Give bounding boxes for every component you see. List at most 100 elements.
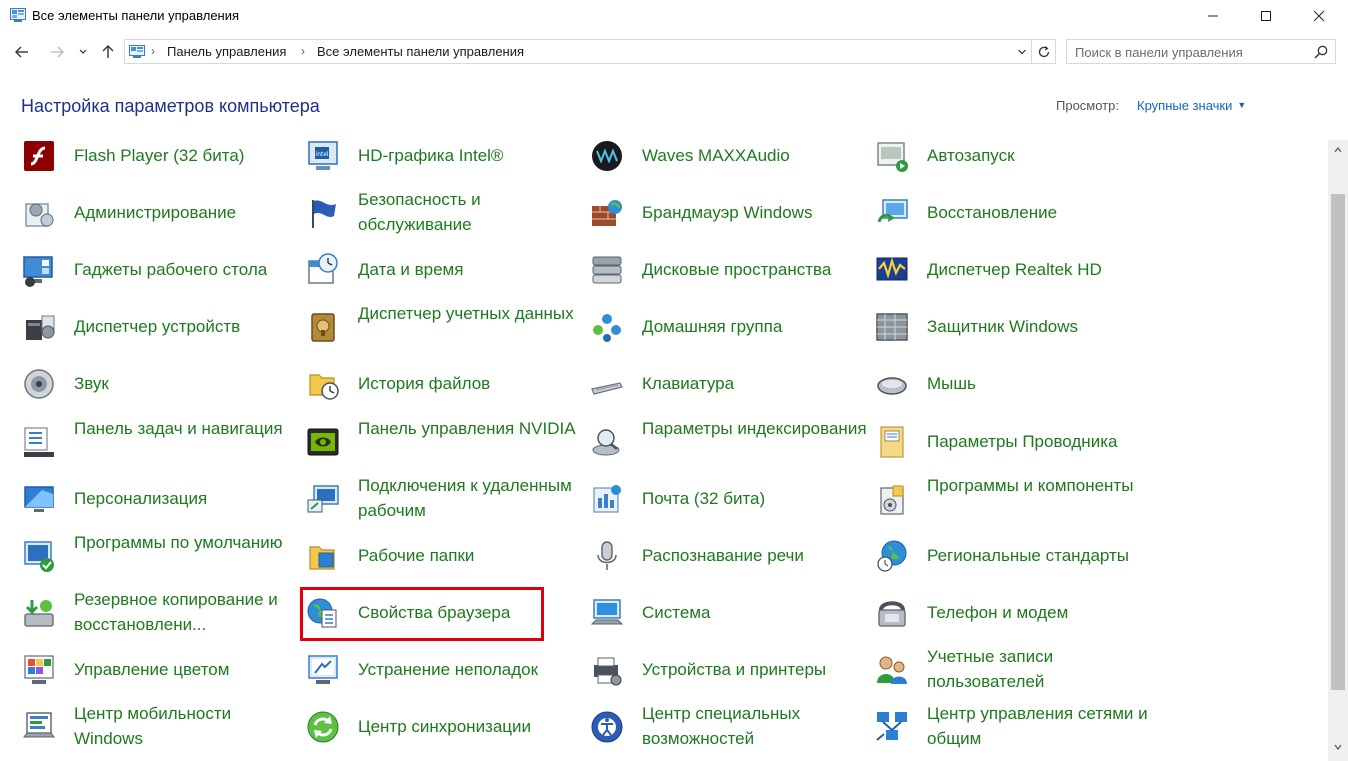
control-panel-item[interactable]: Центр специальных возможностей bbox=[590, 701, 860, 751]
control-panel-item[interactable]: Автозапуск bbox=[875, 130, 1145, 180]
control-panel-item[interactable]: Программы по умолчанию bbox=[22, 530, 292, 580]
address-dropdown-button[interactable] bbox=[1013, 42, 1031, 62]
control-panel-icon bbox=[129, 45, 145, 58]
title-bar: Все элементы панели управления bbox=[0, 0, 1348, 32]
control-panel-item[interactable]: Персонализация bbox=[22, 473, 292, 523]
control-panel-item[interactable]: Flash Player (32 бита) bbox=[22, 130, 292, 180]
sync-center-icon bbox=[307, 711, 339, 743]
flash-player-icon bbox=[24, 141, 54, 171]
control-panel-item[interactable]: Восстановление bbox=[875, 187, 1145, 237]
up-button[interactable] bbox=[96, 40, 120, 64]
control-panel-item[interactable]: Брандмауэр Windows bbox=[590, 187, 860, 237]
item-label: Программы и компоненты bbox=[927, 476, 1134, 495]
control-panel-item[interactable]: Устройства и принтеры bbox=[590, 644, 860, 694]
control-panel-item[interactable]: Диспетчер учетных данных bbox=[306, 301, 576, 351]
control-panel-item[interactable]: Дисковые пространства bbox=[590, 244, 860, 294]
breadcrumb-control-panel[interactable]: Панель управления bbox=[167, 44, 286, 59]
control-panel-icon bbox=[10, 8, 26, 22]
forward-button[interactable] bbox=[45, 40, 69, 64]
close-icon bbox=[1313, 10, 1325, 22]
control-panel-item[interactable]: Параметры индексирования bbox=[590, 416, 867, 466]
control-panel-item[interactable]: intel HD-графика Intel® bbox=[306, 130, 576, 180]
control-panel-item[interactable]: Безопасность и обслуживание bbox=[306, 187, 576, 237]
view-mode-value: Крупные значки bbox=[1137, 98, 1233, 113]
control-panel-item[interactable]: Диспетчер Realtek HD bbox=[875, 244, 1145, 294]
control-panel-item[interactable]: Администрирование bbox=[22, 187, 292, 237]
caret-down-icon: ▼ bbox=[1237, 100, 1247, 110]
item-label: Региональные стандарты bbox=[927, 546, 1129, 565]
control-panel-item[interactable]: Региональные стандарты bbox=[875, 530, 1145, 580]
control-panel-item[interactable]: Учетные записи пользователей bbox=[875, 644, 1145, 694]
intel-graphics-icon: intel bbox=[308, 141, 338, 170]
scroll-up-button[interactable] bbox=[1328, 140, 1348, 160]
control-panel-item[interactable]: Система bbox=[590, 587, 860, 637]
control-panel-item[interactable]: Клавиатура bbox=[590, 358, 860, 408]
ease-of-access-icon bbox=[591, 711, 623, 743]
default-programs-icon bbox=[24, 541, 54, 572]
close-button[interactable] bbox=[1296, 0, 1342, 32]
control-panel-item[interactable]: Домашняя группа bbox=[590, 301, 860, 351]
item-label: Автозапуск bbox=[927, 146, 1015, 165]
breadcrumb-separator-icon: › bbox=[301, 44, 305, 58]
control-panel-item[interactable]: Дата и время bbox=[306, 244, 576, 294]
item-label: Мышь bbox=[927, 374, 976, 393]
item-label: Восстановление bbox=[927, 203, 1058, 222]
scroll-down-button[interactable] bbox=[1328, 737, 1348, 757]
control-panel-item[interactable]: Защитник Windows bbox=[875, 301, 1145, 351]
control-panel-item[interactable]: Рабочие папки bbox=[306, 530, 576, 580]
file-history-icon bbox=[309, 374, 339, 400]
control-panel-item[interactable]: Диспетчер устройств bbox=[22, 301, 292, 351]
control-panel-item[interactable]: Подключения к удаленным рабочим bbox=[306, 473, 576, 523]
control-panel-item[interactable]: Мышь bbox=[875, 358, 1145, 408]
recovery-icon bbox=[877, 199, 908, 223]
control-panel-item[interactable]: Почта (32 бита) bbox=[590, 473, 860, 523]
control-panel-item[interactable]: Программы и компоненты bbox=[875, 473, 1145, 523]
search-box[interactable] bbox=[1066, 39, 1336, 64]
minimize-icon bbox=[1208, 15, 1218, 17]
item-label: Звук bbox=[74, 374, 109, 393]
chevron-down-icon bbox=[1334, 744, 1342, 751]
control-panel-item[interactable]: Панель задач и навигация bbox=[22, 416, 292, 466]
item-label: Waves MAXXAudio bbox=[642, 146, 790, 165]
control-panel-item[interactable]: История файлов bbox=[306, 358, 576, 408]
recent-locations-button[interactable] bbox=[73, 40, 93, 64]
control-panel-item[interactable]: Телефон и модем bbox=[875, 587, 1145, 637]
control-panel-item[interactable]: Распознавание речи bbox=[590, 530, 860, 580]
control-panel-item[interactable]: Гаджеты рабочего стола bbox=[22, 244, 292, 294]
item-label: Безопасность и обслуживание bbox=[358, 190, 481, 234]
sound-icon bbox=[24, 369, 54, 399]
control-panel-item[interactable]: Панель управления NVIDIA bbox=[306, 416, 576, 466]
chevron-up-icon bbox=[1334, 146, 1342, 153]
maximize-button[interactable] bbox=[1243, 0, 1289, 32]
search-input[interactable] bbox=[1075, 43, 1305, 61]
view-mode-dropdown[interactable]: Крупные значки ▼ bbox=[1137, 98, 1246, 113]
back-button[interactable] bbox=[10, 40, 34, 64]
control-panel-item[interactable]: Центр управления сетями и общим bbox=[875, 701, 1148, 751]
minimize-button[interactable] bbox=[1190, 0, 1236, 32]
remote-desktop-icon bbox=[307, 485, 339, 513]
item-label: Распознавание речи bbox=[642, 546, 804, 565]
refresh-button[interactable] bbox=[1032, 39, 1056, 64]
control-panel-item[interactable]: Waves MAXXAudio bbox=[590, 130, 860, 180]
control-panel-item[interactable]: Управление цветом bbox=[22, 644, 292, 694]
control-panel-item[interactable]: Центр синхронизации bbox=[306, 701, 576, 751]
vertical-scrollbar[interactable] bbox=[1328, 140, 1348, 761]
control-panel-items: Flash Player (32 бита) intel HD-графика In… bbox=[0, 130, 1328, 761]
control-panel-item[interactable]: Параметры Проводника bbox=[875, 416, 1145, 466]
address-bar[interactable]: › Панель управления › Все элементы панел… bbox=[124, 39, 1032, 64]
breadcrumb-all-items[interactable]: Все элементы панели управления bbox=[317, 44, 524, 59]
scrollbar-thumb[interactable] bbox=[1331, 194, 1345, 690]
control-panel-item[interactable]: Резервное копирование и восстановлени... bbox=[22, 587, 292, 637]
item-label: Центр управления сетями и общим bbox=[927, 704, 1148, 748]
item-label: Домашняя группа bbox=[642, 317, 783, 336]
control-panel-item[interactable]: Звук bbox=[22, 358, 292, 408]
firewall-icon bbox=[592, 200, 622, 226]
item-label: Управление цветом bbox=[74, 660, 230, 679]
control-panel-item[interactable]: Центр мобильности Windows bbox=[22, 701, 292, 751]
device-manager-icon bbox=[26, 315, 55, 340]
control-panel-item[interactable]: Свойства браузера bbox=[306, 587, 576, 637]
item-label: HD-графика Intel® bbox=[358, 146, 504, 165]
arrow-right-icon bbox=[51, 46, 64, 58]
control-panel-item[interactable]: Устранение неполадок bbox=[306, 644, 576, 694]
explorer-options-icon bbox=[880, 426, 904, 458]
